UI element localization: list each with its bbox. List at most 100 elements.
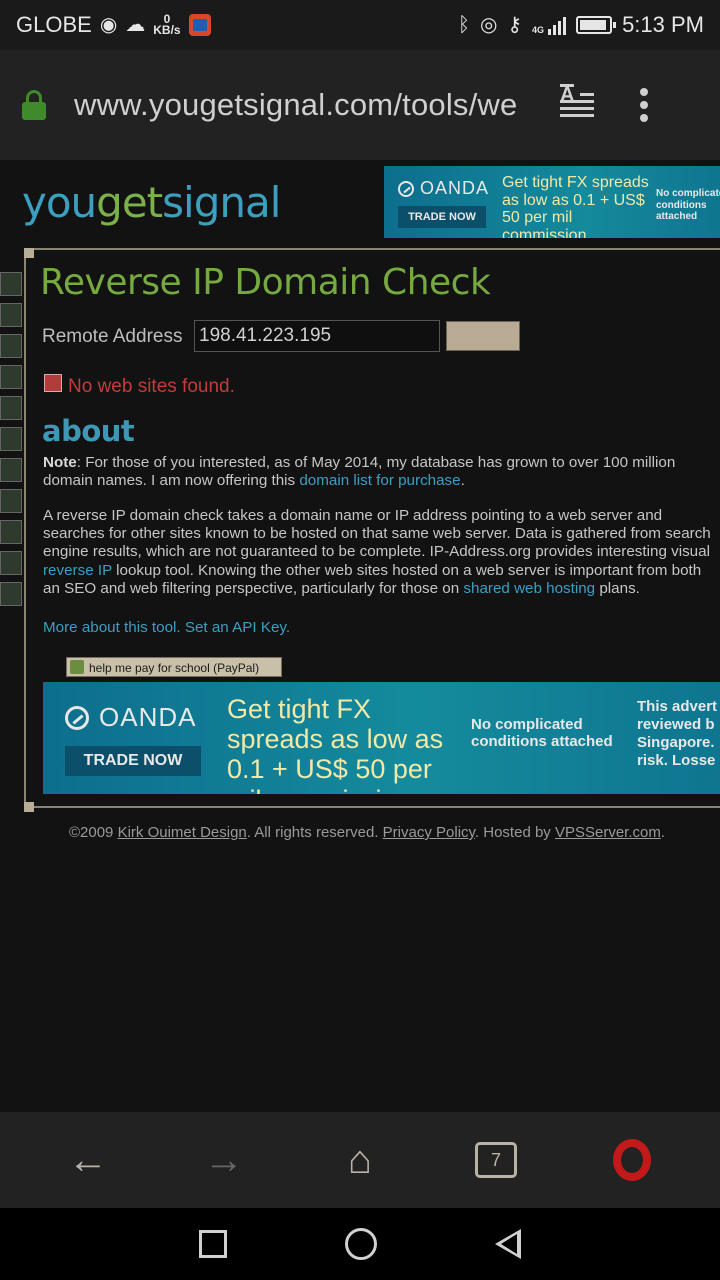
ad-brand-name: OANDA xyxy=(99,702,197,732)
lock-icon[interactable] xyxy=(22,90,46,120)
footer-hosted: . Hosted by xyxy=(474,824,555,841)
bluetooth-icon: ᛒ xyxy=(457,14,470,36)
frame-corner xyxy=(24,248,34,258)
tabs-icon: 7 xyxy=(475,1142,517,1178)
cloud-icon: ☁ xyxy=(125,14,146,36)
ad-disclaimer-line: Singapore. xyxy=(637,734,715,751)
tabs-button[interactable]: 7 xyxy=(466,1130,526,1190)
tool-link-icon[interactable] xyxy=(0,489,22,513)
remote-address-label: Remote Address xyxy=(42,326,183,347)
oanda-logo-icon xyxy=(398,180,414,197)
tool-link-icon[interactable] xyxy=(0,303,22,327)
overflow-menu-icon[interactable] xyxy=(640,88,648,122)
more-links: More about this tool. Set an API Key. xyxy=(43,619,290,636)
remote-address-input[interactable] xyxy=(194,320,440,352)
tool-link-icon[interactable] xyxy=(0,272,22,296)
tool-link-icon[interactable] xyxy=(0,582,22,606)
page-title: Reverse IP Domain Check xyxy=(40,262,491,303)
ad-brand: OANDA xyxy=(65,702,196,733)
money-icon xyxy=(70,660,84,674)
ad-headline: Get tight FX spreads as low as 0.1 + US$… xyxy=(502,174,649,238)
battery-icon xyxy=(576,16,617,34)
logo-get: get xyxy=(96,178,163,227)
bottom-banner-ad[interactable]: OANDA TRADE NOW Get tight FX spreads as … xyxy=(43,682,720,794)
error-message: No web sites found. xyxy=(68,376,235,397)
logo-you: you xyxy=(22,178,97,227)
tool-link-icon[interactable] xyxy=(0,334,22,358)
network-type: 4G xyxy=(532,25,545,35)
ad-disclaimer-line: This advert xyxy=(637,698,718,715)
tool-link-icon[interactable] xyxy=(0,458,22,482)
tool-link-icon[interactable] xyxy=(0,427,22,451)
site-logo[interactable]: yougetsignal xyxy=(22,178,281,227)
lazada-notification-icon xyxy=(188,14,211,36)
domain-list-link[interactable]: domain list for purchase xyxy=(299,472,460,489)
ad-headline: Get tight FX spreads as low as 0.1 + US$… xyxy=(227,694,444,794)
ad-disclaimer: This advert reviewed b Singapore. risk. … xyxy=(637,698,717,770)
oanda-logo-icon xyxy=(65,705,89,730)
status-bar: GLOBE ◉ ☁ 0 KB/s ᛒ ◎ ⚷ 4G 5:13 PM xyxy=(0,0,720,50)
privacy-policy-link[interactable]: Privacy Policy xyxy=(383,824,475,841)
tab-count: 7 xyxy=(490,1149,501,1170)
top-banner-ad[interactable]: OANDA TRADE NOW Get tight FX spreads as … xyxy=(384,166,720,238)
back-triangle-icon[interactable] xyxy=(495,1229,521,1259)
ad-side-text: No complicated conditions attached xyxy=(656,188,720,222)
url-field[interactable]: www.yougetsignal.com/tools/we xyxy=(74,87,536,123)
recents-icon[interactable] xyxy=(199,1230,227,1258)
network-speed-unit: KB/s xyxy=(153,23,181,37)
home-icon[interactable]: ⌂ xyxy=(330,1130,390,1190)
vpn-key-icon: ⚷ xyxy=(507,14,523,36)
footer-copyright: ©2009 xyxy=(68,824,118,841)
error-icon xyxy=(44,374,62,392)
host-link[interactable]: VPSServer.com xyxy=(555,824,661,841)
forward-arrow-icon[interactable]: → xyxy=(194,1130,254,1190)
ad-trade-now-button[interactable]: TRADE NOW xyxy=(65,746,201,776)
logo-signal: signal xyxy=(162,178,281,227)
carrier-name: GLOBE xyxy=(16,12,92,37)
tool-icon-sidebar xyxy=(0,272,22,613)
browser-address-bar: www.yougetsignal.com/tools/we A xyxy=(0,50,720,160)
ad-disclaimer-line: risk. Losse xyxy=(637,752,716,769)
footer-end: . xyxy=(660,824,666,841)
clock-time: 5:13 PM xyxy=(622,12,704,37)
reader-mode-glyph: A xyxy=(560,84,575,106)
desc-text-a: A reverse IP domain check takes a domain… xyxy=(43,507,711,561)
ad-side-text: No complicated conditions attached xyxy=(471,716,613,751)
opera-icon xyxy=(613,1139,651,1181)
set-api-key-link[interactable]: Set an API Key. xyxy=(185,619,290,636)
web-page: yougetsignal OANDA TRADE NOW Get tight F… xyxy=(0,160,720,1112)
tool-link-icon[interactable] xyxy=(0,396,22,420)
ad-trade-now-button[interactable]: TRADE NOW xyxy=(398,206,486,228)
desc-text-c: plans. xyxy=(595,579,640,597)
tool-link-icon[interactable] xyxy=(0,365,22,389)
paypal-label: help me pay for school (PayPal) xyxy=(89,661,260,675)
note-label: Note xyxy=(43,454,77,471)
opera-menu-button[interactable] xyxy=(602,1130,662,1190)
eye-comfort-icon: ◎ xyxy=(479,14,498,36)
note-end: . xyxy=(460,472,465,490)
reader-mode-icon[interactable]: A xyxy=(560,84,594,120)
about-note: Note: For those of you interested, as of… xyxy=(43,454,715,490)
about-heading: about xyxy=(42,414,135,448)
system-nav-bar xyxy=(0,1208,720,1280)
data-saver-icon: ◉ xyxy=(99,14,118,36)
paypal-donate-button[interactable]: help me pay for school (PayPal) xyxy=(66,657,282,677)
home-circle-icon[interactable] xyxy=(345,1228,377,1260)
back-arrow-icon[interactable]: ← xyxy=(58,1130,118,1190)
more-about-tool-link[interactable]: More about this tool. xyxy=(43,619,181,636)
ad-disclaimer-line: reviewed b xyxy=(637,716,715,733)
tool-link-icon[interactable] xyxy=(0,551,22,575)
about-description: A reverse IP domain check takes a domain… xyxy=(43,507,715,598)
network-speed: 0 KB/s xyxy=(153,13,181,37)
cellular-signal-icon: 4G xyxy=(532,15,567,35)
frame-corner xyxy=(24,802,34,812)
ad-brand-name: OANDA xyxy=(420,178,490,198)
ad-brand: OANDA xyxy=(398,178,489,199)
footer-rights: . All rights reserved. xyxy=(246,824,383,841)
tool-link-icon[interactable] xyxy=(0,520,22,544)
check-button[interactable] xyxy=(446,321,520,351)
browser-toolbar: ← → ⌂ 7 xyxy=(0,1112,720,1208)
shared-web-hosting-link[interactable]: shared web hosting xyxy=(463,580,595,597)
reverse-ip-link[interactable]: reverse IP xyxy=(43,562,112,579)
author-link[interactable]: Kirk Ouimet Design xyxy=(118,824,247,841)
